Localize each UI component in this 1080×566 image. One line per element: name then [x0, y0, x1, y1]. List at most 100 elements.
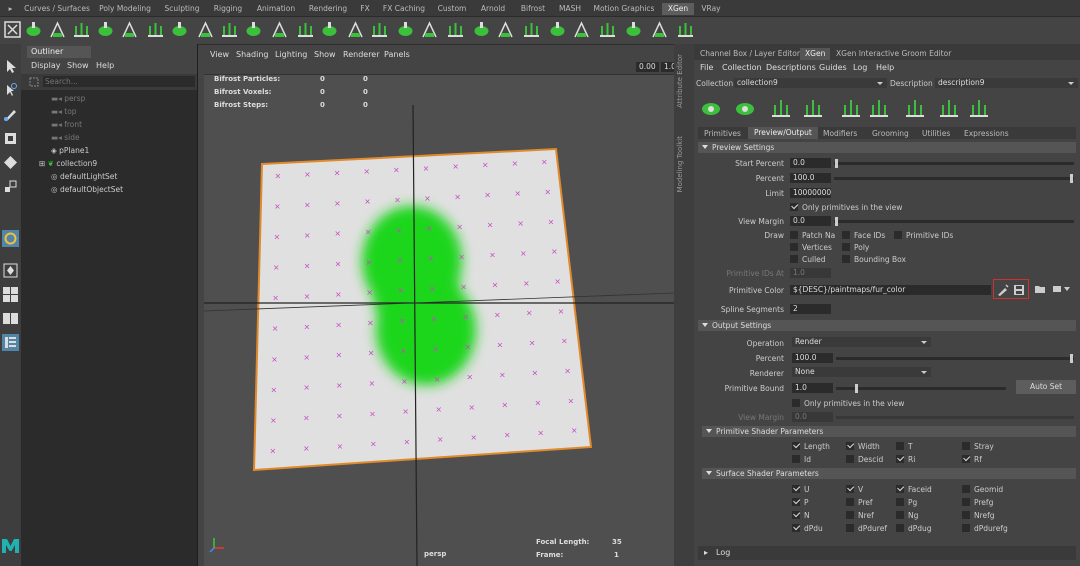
show-manip-icon[interactable] [2, 262, 19, 279]
xgen-shelf-tool-icon[interactable] [244, 20, 263, 39]
xgen-editor-tool-icon[interactable] [968, 97, 992, 119]
attribute-editor-tab[interactable]: Attribute Editor [676, 54, 684, 108]
xgen-shelf-tool-icon[interactable] [420, 20, 439, 39]
shader-param-checkbox[interactable] [896, 524, 904, 532]
draw-poly-checkbox[interactable] [842, 243, 850, 251]
section-prim-shader[interactable]: Primitive Shader Parameters [702, 426, 1076, 437]
operation-dropdown[interactable]: Render [792, 337, 931, 347]
folder-icon[interactable] [1034, 283, 1046, 295]
only-visible-checkbox[interactable] [790, 203, 798, 211]
filter-icon[interactable] [29, 77, 39, 87]
layout-outliner-icon[interactable] [2, 334, 19, 351]
xgen-editor-tool-icon[interactable] [802, 97, 826, 119]
outliner-item-persp[interactable]: ▬◂ persp [51, 92, 85, 105]
xgen-shelf-tool-icon[interactable] [396, 20, 415, 39]
shelf-tab[interactable]: FX Caching [378, 3, 430, 15]
xgen-shelf-tool-icon[interactable] [496, 20, 515, 39]
shelf-tab[interactable]: MASH [554, 3, 586, 15]
subtab-primitives[interactable]: Primitives [704, 128, 741, 140]
slider-handle[interactable] [835, 159, 838, 168]
paint-select-icon[interactable] [2, 106, 19, 123]
shelf-tab[interactable]: Bifrost [514, 3, 552, 15]
layout-two-icon[interactable] [2, 310, 19, 327]
output-only-visible-checkbox[interactable] [792, 399, 800, 407]
shelf-tab[interactable]: Rendering [304, 3, 352, 15]
xgen-shelf-tool-icon[interactable] [146, 20, 165, 39]
output-percent-field[interactable]: 100.0 [792, 353, 833, 363]
outliner-tab[interactable]: Outliner [27, 46, 91, 58]
percent-slider[interactable] [834, 177, 1074, 180]
shader-param-checkbox[interactable] [962, 455, 970, 463]
prim-bound-slider[interactable] [836, 387, 1006, 390]
log-section[interactable]: ▸ Log [698, 546, 1076, 560]
slider-handle[interactable] [855, 384, 858, 393]
shader-param-checkbox[interactable] [962, 524, 970, 532]
modeling-toolkit-tab[interactable]: Modeling Toolkit [676, 136, 684, 192]
xgen-shelf-tool-icon[interactable] [346, 20, 365, 39]
shader-param-checkbox[interactable] [962, 498, 970, 506]
section-surface-shader[interactable]: Surface Shader Parameters [702, 468, 1076, 479]
subtab-utilities[interactable]: Utilities [922, 128, 950, 140]
xgen-shelf-tool-icon[interactable] [650, 20, 669, 39]
view-margin-slider[interactable] [834, 220, 1074, 223]
gamma-field[interactable]: 1.00 [661, 62, 674, 72]
prim-color-field[interactable]: ${DESC}/paintmaps/fur_color [790, 285, 991, 295]
xgen-shelf-tool-icon[interactable] [598, 20, 617, 39]
limit-field[interactable]: 100000000 [790, 188, 831, 198]
xgen-shelf-tool-icon[interactable] [624, 20, 643, 39]
xgen-shelf-tool-icon[interactable] [548, 20, 567, 39]
shader-param-checkbox[interactable] [792, 455, 800, 463]
xgen-editor-tool-icon[interactable] [770, 97, 794, 119]
shelf-tab-active[interactable]: XGen [662, 3, 694, 15]
menu-collection[interactable]: Collection [722, 63, 762, 72]
xgen-editor-tool-icon[interactable] [904, 97, 928, 119]
slider-handle[interactable] [835, 217, 838, 226]
rotate-tool-icon[interactable] [2, 154, 19, 171]
shelf-tab[interactable]: FX [354, 3, 376, 15]
shelf-tab[interactable]: Arnold [474, 3, 512, 15]
xgen-shelf-tool-icon[interactable] [48, 20, 67, 39]
draw-bbox-checkbox[interactable] [842, 255, 850, 263]
shader-param-checkbox[interactable] [792, 485, 800, 493]
paint-brush-icon[interactable] [997, 284, 1009, 296]
view-margin-field[interactable]: 0.0 [790, 216, 831, 226]
shader-param-checkbox[interactable] [962, 511, 970, 519]
outliner-item-top[interactable]: ▬◂ top [51, 105, 77, 118]
xgen-shelf-tool-icon[interactable] [96, 20, 115, 39]
shader-param-checkbox[interactable] [846, 524, 854, 532]
outliner-item-pplane1[interactable]: ◈ pPlane1 [51, 144, 89, 157]
xgen-shelf-tool-icon[interactable] [522, 20, 541, 39]
outliner-search-input[interactable] [43, 76, 195, 87]
subtab-modifiers[interactable]: Modifiers [823, 128, 857, 140]
shelf-tab[interactable]: Custom [432, 3, 472, 15]
shader-param-checkbox[interactable] [962, 442, 970, 450]
tab-xgen[interactable]: XGen [800, 48, 831, 60]
xgen-shelf-tool-icon[interactable] [676, 20, 695, 39]
renderer-dropdown[interactable]: None [792, 367, 931, 377]
percent-field[interactable]: 100.0 [790, 173, 831, 183]
xgen-shelf-tool-icon[interactable] [472, 20, 491, 39]
slider-handle[interactable] [1070, 174, 1073, 183]
shader-param-checkbox[interactable] [846, 455, 854, 463]
menu-descriptions[interactable]: Descriptions [766, 63, 816, 72]
collection-dropdown[interactable]: collection9 [734, 78, 887, 88]
shader-param-checkbox[interactable] [846, 442, 854, 450]
start-percent-field[interactable]: 0.0 [790, 158, 831, 168]
shader-param-checkbox[interactable] [846, 511, 854, 519]
scale-tool-icon[interactable] [2, 178, 19, 195]
shelf-tab[interactable]: Rigging [208, 3, 248, 15]
shader-param-checkbox[interactable] [792, 498, 800, 506]
xgen-editor-tool-icon[interactable] [938, 97, 962, 119]
shader-param-checkbox[interactable] [846, 498, 854, 506]
outliner-item-defaultobjectset[interactable]: ◎ defaultObjectSet [51, 183, 123, 196]
menu-lighting[interactable]: Lighting [275, 50, 307, 59]
output-percent-slider[interactable] [836, 357, 1074, 360]
subtab-expressions[interactable]: Expressions [964, 128, 1009, 140]
start-percent-slider[interactable] [834, 162, 1074, 165]
prim-bound-field[interactable]: 1.0 [792, 383, 833, 393]
xgen-shelf-tool-icon[interactable] [320, 20, 339, 39]
xgen-shelf-tool-icon[interactable] [296, 20, 315, 39]
expand-icon[interactable]: ⊞ [39, 159, 48, 168]
outliner-item-collection9[interactable]: ⊞ ❦ collection9 [39, 157, 97, 170]
xgen-editor-tool-icon[interactable] [700, 97, 724, 119]
